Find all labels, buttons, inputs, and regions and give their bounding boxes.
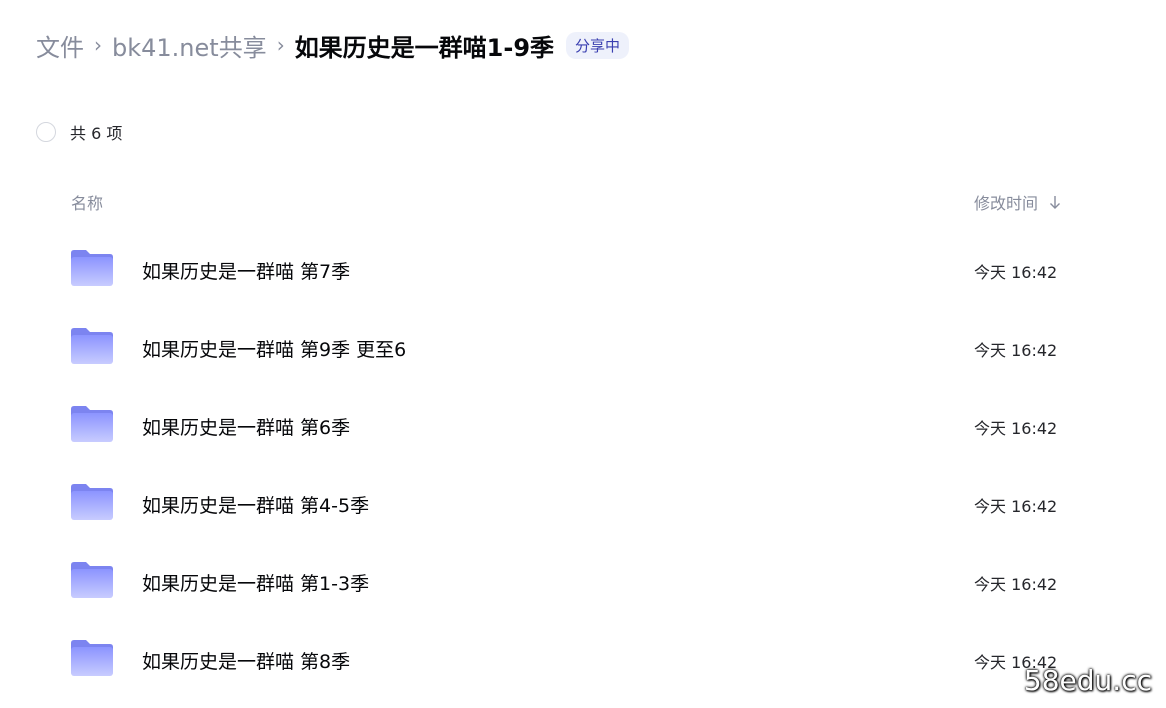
watermark: 58edu.cc: [1023, 664, 1152, 697]
breadcrumb-separator-icon: ›: [94, 33, 102, 57]
sharing-status-badge[interactable]: 分享中: [566, 31, 630, 59]
file-name: 如果历史是一群喵 第8季: [142, 651, 351, 673]
column-header-name[interactable]: 名称: [71, 190, 103, 214]
file-modified-time: 今天 16:42: [974, 497, 1058, 516]
file-modified-time: 今天 16:42: [974, 263, 1058, 282]
file-name: 如果历史是一群喵 第1-3季: [142, 573, 370, 595]
file-row[interactable]: 如果历史是一群喵 第6季 今天 16:42: [0, 386, 1166, 464]
arrow-down-icon[interactable]: [1048, 194, 1062, 210]
breadcrumb-item-shared[interactable]: bk41.net共享: [112, 28, 267, 63]
folder-icon: [71, 406, 113, 442]
item-count: 共 6 项: [70, 124, 123, 143]
breadcrumb-item-files[interactable]: 文件: [36, 28, 84, 63]
file-modified-time: 今天 16:42: [974, 341, 1058, 360]
file-browser-page: 文件 › bk41.net共享 › 如果历史是一群喵1-9季 分享中 共 6 项…: [0, 0, 1166, 708]
file-row[interactable]: 如果历史是一群喵 第7季 今天 16:42: [0, 230, 1166, 308]
folder-icon: [71, 328, 113, 364]
file-name: 如果历史是一群喵 第6季: [142, 417, 351, 439]
select-all-checkbox[interactable]: [36, 122, 56, 142]
folder-icon: [71, 640, 113, 676]
select-all-row: 共 6 项: [36, 120, 122, 144]
column-header-modified[interactable]: 修改时间: [974, 190, 1062, 214]
folder-icon: [71, 250, 113, 286]
file-name: 如果历史是一群喵 第7季: [142, 261, 351, 283]
folder-icon: [71, 562, 113, 598]
file-modified-time: 今天 16:42: [974, 419, 1058, 438]
file-row[interactable]: 如果历史是一群喵 第4-5季 今天 16:42: [0, 464, 1166, 542]
breadcrumb: 文件 › bk41.net共享 › 如果历史是一群喵1-9季 分享中: [36, 28, 630, 63]
breadcrumb-separator-icon: ›: [276, 33, 285, 57]
file-name: 如果历史是一群喵 第9季 更至6: [142, 339, 407, 361]
file-row[interactable]: 如果历史是一群喵 第8季 今天 16:42: [0, 620, 1166, 698]
breadcrumb-current-folder: 如果历史是一群喵1-9季: [294, 33, 555, 62]
column-header-modified-label: 修改时间: [974, 194, 1039, 213]
file-row[interactable]: 如果历史是一群喵 第9季 更至6 今天 16:42: [0, 308, 1166, 386]
file-name: 如果历史是一群喵 第4-5季: [142, 495, 370, 517]
folder-icon: [71, 484, 113, 520]
file-modified-time: 今天 16:42: [974, 575, 1058, 594]
file-row[interactable]: 如果历史是一群喵 第1-3季 今天 16:42: [0, 542, 1166, 620]
